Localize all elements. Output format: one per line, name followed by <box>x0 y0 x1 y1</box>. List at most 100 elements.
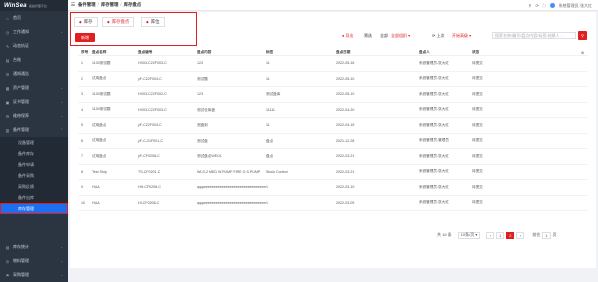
table-cell: yF-C22F003-C <box>138 123 162 128</box>
sidebar-subitem[interactable]: 备件采购 <box>0 170 68 181</box>
table-row[interactable]: 1 1100测试题 HX03-C22F003-C 123 11 2022-05-16 系统管… <box>78 56 588 72</box>
page-1-button[interactable]: 1 <box>496 231 505 239</box>
table-row[interactable]: 7 试用盘点 yF-CF0208-C 测试盘点WEOL 盘点 2022-03-21 系统管理… <box>78 149 588 165</box>
table-cell: 系统管理员-张大红 <box>419 169 449 174</box>
breadcrumb-current: 库存盘点 <box>123 2 142 7</box>
sidebar-item[interactable]: ⌂ 首页 <box>0 11 68 25</box>
table-cell: 系统管理员-张大红 <box>419 153 449 158</box>
table-cell: HI-CF0208-C <box>138 200 160 205</box>
sidebar-item[interactable]: ▥ 备件管理 ⌃ <box>0 123 68 137</box>
sidebar-item[interactable]: ◎ 物料管理 ⌄ <box>0 254 68 268</box>
prev-page-button[interactable]: ‹ <box>486 231 495 239</box>
table-cell: 系统管理员-张大红 <box>419 122 449 127</box>
menu-icon: ⚑ <box>5 272 10 278</box>
table-row[interactable]: 5 试用盘点 yF-C22F003-C 测盘到 11 2022-04-15 系统管理员-张大… <box>78 118 588 134</box>
fullscreen-icon[interactable]: ⛶ <box>543 3 546 8</box>
table-cell: 2022-03-21 <box>336 169 355 174</box>
menu-icon: ▣ <box>5 99 10 105</box>
avatar[interactable] <box>549 3 555 8</box>
column-settings-icon[interactable]: ⚙ <box>581 51 588 55</box>
table-cell: HX03-C22F003-C <box>138 61 167 66</box>
sidebar-subitem[interactable]: 备件库存 <box>0 148 68 159</box>
table-cell: 系统管理员-张大红 <box>419 91 449 96</box>
menu-toggle-icon[interactable]: ☰ <box>68 2 78 8</box>
table-row[interactable]: 2 试用盘点 yF-C22F004-C 测试题 11 2022-05-10 系统管理员-张大… <box>78 72 588 87</box>
sidebar-item[interactable]: ⚑ 采购管理 ⌄ <box>0 268 68 282</box>
table-cell: yF-C22F004-C <box>138 76 162 81</box>
tab-label: 库位 <box>150 19 160 24</box>
table-row[interactable]: 9 HUA HH-CF0208-C qqqweeeeeeeeeeeeeeeeeeeee… <box>78 180 588 196</box>
search-button[interactable]: ⚲ <box>578 31 587 40</box>
sidebar-subitem[interactable]: 设备管理 <box>0 137 68 148</box>
next-page-button[interactable]: › <box>516 231 525 239</box>
column-header: 盘点内容 <box>197 50 212 55</box>
table-cell: 2021-12-28 <box>336 138 355 143</box>
table-cell: HX03-C22F002-C <box>138 92 167 97</box>
org-select[interactable]: 全部组织 ▾ <box>391 32 410 39</box>
sidebar-item-label: 采购管理 <box>13 272 29 277</box>
table-cell: 2022-03-10 <box>336 185 355 190</box>
table-cell: 待提交 <box>472 60 483 65</box>
export-button[interactable]: ● 导出 <box>342 32 354 39</box>
table-cell: 系统管理员-管理员 <box>419 138 449 143</box>
table-cell: Test Ship <box>92 169 107 174</box>
table-cell: 试用盘点 <box>92 76 107 81</box>
table-cell: 2022-05-16 <box>336 61 355 66</box>
table-cell: 测试盘点WEOL <box>197 154 222 158</box>
sidebar-item[interactable]: ▤ 库存统计 ⌄ <box>0 240 68 254</box>
table-cell: 11 <box>266 76 270 81</box>
sidebar-subitem[interactable]: 备件出库 <box>0 192 68 203</box>
goto-input[interactable]: 1 <box>542 231 551 239</box>
tab-location[interactable]: ◆ 库位 <box>141 17 165 27</box>
table-row[interactable]: 8 Test Ship TS-CF0201-C WLS-2 MED W.PUMP FI… <box>78 165 588 180</box>
tab-stocktake[interactable]: ◆ 库存盘点 <box>102 17 135 27</box>
search-input[interactable]: 搜索名称/编号/盘点内容/标签/创建人 ... <box>492 32 576 39</box>
table-cell: HX03-C22F003-C <box>138 107 167 112</box>
table-cell: 4 <box>81 107 83 112</box>
breadcrumb-item[interactable]: 备件管理 <box>78 2 96 7</box>
sidebar-item[interactable]: ◷ 工作通知 ⌄ <box>0 25 68 39</box>
column-header: 标签 <box>266 50 274 55</box>
refresh-icon[interactable]: ⟳ <box>535 3 538 8</box>
menu-icon: ☰ <box>5 71 10 77</box>
tab-stock[interactable]: ◆ 库存 <box>74 17 98 27</box>
table-cell: 试用盘点 <box>92 122 107 127</box>
sidebar-subitem[interactable]: 库存管理 <box>0 203 68 214</box>
sidebar-item[interactable]: ☰ 通知通告 <box>0 67 68 81</box>
page-size-select[interactable]: 10条/页 ▾ <box>457 231 481 239</box>
table-cell: 测试题 <box>197 76 208 81</box>
menu-icon: ▥ <box>5 127 10 133</box>
page-2-button[interactable]: 2 <box>506 231 515 239</box>
sidebar-item[interactable]: ⚙ 维修保养 ⌄ <box>0 109 68 123</box>
menu-icon: ▤ <box>5 57 10 63</box>
new-button[interactable]: 新增 <box>75 33 95 42</box>
table-cell: 待提交 <box>472 107 483 112</box>
chevron-icon: ⌃ <box>60 128 63 132</box>
sidebar-item[interactable]: ▣ 证书管理 ⌄ <box>0 95 68 109</box>
table-row[interactable]: 6 试用盘点 yF-C-21F001-C 测试盘 盘点 2021-12-28 系统管理员-管… <box>78 134 588 149</box>
sidebar-item[interactable]: ✎ 动态执证 <box>0 39 68 53</box>
table-cell: 2022-03-09 <box>336 200 355 205</box>
sidebar-subitem[interactable]: 采购反馈 <box>0 181 68 192</box>
table-row[interactable]: 3 1100测试题 HX03-C22F002-C 123 测试盘库 2022-05-10 系… <box>78 87 588 103</box>
user-name[interactable]: 系统管理员-张大红 <box>559 3 592 9</box>
sidebar-subitem[interactable]: 备件申请 <box>0 159 68 170</box>
table-row[interactable]: 4 1100测试题 HX03-C22F003-C 测试仓库盘 11111 2022-04-… <box>78 103 588 118</box>
table-cell: 2022-03-21 <box>336 154 355 159</box>
table-cell: 待提交 <box>472 184 483 189</box>
table-row[interactable]: 10 HUA HI-CF0208-C qqqweeeeeeeeeeeeeeeeeeee… <box>78 196 588 211</box>
sidebar-item-label: 资产管理 <box>13 85 29 90</box>
table-cell: 123 <box>197 61 203 65</box>
last-query-button[interactable]: ⟳ 上次 <box>432 32 444 39</box>
search-icon[interactable]: ⚲ <box>529 3 532 8</box>
breadcrumb-item[interactable]: 库存管理 <box>101 2 119 7</box>
tab-label: 库存盘点 <box>111 19 130 24</box>
sidebar-item[interactable]: ▤ 台账 <box>0 53 68 67</box>
chevron-icon: ⌄ <box>60 30 63 34</box>
table-cell: 1100测试题 <box>92 91 111 96</box>
sidebar-item-label: 库存统计 <box>13 244 29 249</box>
sidebar-item[interactable]: ▦ 资产管理 ⌄ <box>0 81 68 95</box>
table-cell: 3 <box>81 92 83 97</box>
advanced-search-button[interactable]: 开始高级 ▾ <box>452 32 471 39</box>
table-cell: qqqweeeeeeeeeeeeeeeeeeeeeeeeeeeeeeeeeeee… <box>197 200 266 205</box>
